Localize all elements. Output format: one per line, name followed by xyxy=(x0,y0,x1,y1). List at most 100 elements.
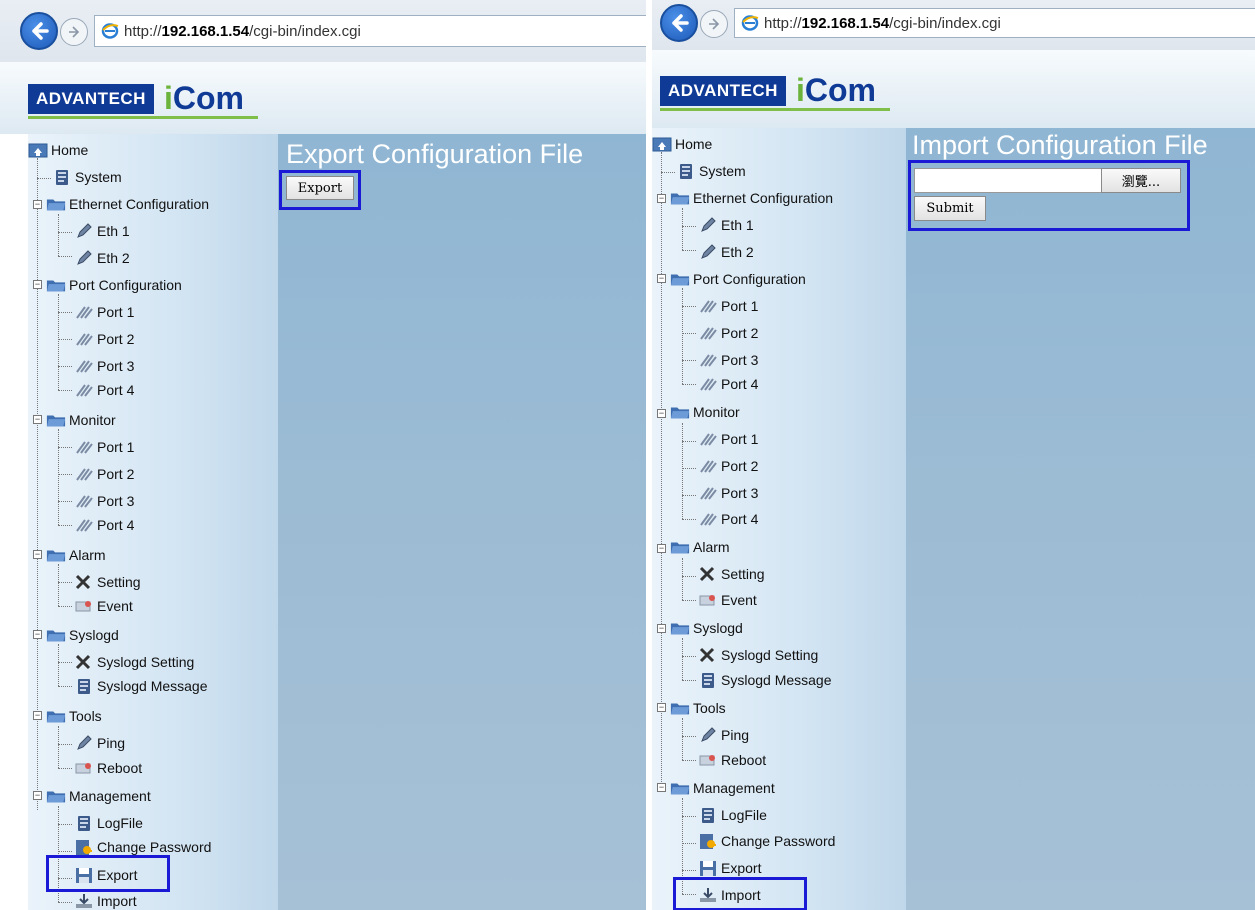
nav-item-ethernet-configuration[interactable]: Ethernet Configuration xyxy=(46,193,209,215)
nav-item-change-password[interactable]: Change Password xyxy=(698,830,835,852)
nav-item-syslogd-message[interactable]: Syslogd Message xyxy=(698,669,832,691)
nav-item-eth2[interactable]: Eth 2 xyxy=(698,241,754,263)
forward-arrow-icon xyxy=(69,26,80,38)
folder-icon xyxy=(670,779,690,797)
nav-item-port2[interactable]: Port 2 xyxy=(74,328,134,350)
nav-item-port2[interactable]: Port 2 xyxy=(698,322,758,344)
nav-item-setting[interactable]: Setting xyxy=(698,563,765,585)
collapse-toggle[interactable]: − xyxy=(33,550,42,559)
collapse-toggle[interactable]: − xyxy=(33,711,42,720)
nav-item-monitor-port1[interactable]: Port 1 xyxy=(74,436,134,458)
document-icon xyxy=(676,162,696,180)
nav-item-tools[interactable]: Tools xyxy=(46,705,102,727)
collapse-toggle[interactable]: − xyxy=(33,630,42,639)
import-icon xyxy=(74,892,94,910)
nav-item-monitor-port1[interactable]: Port 1 xyxy=(698,428,758,450)
tools-icon xyxy=(74,357,94,375)
nav-item-port-configuration[interactable]: Port Configuration xyxy=(46,274,182,296)
nav-item-logfile[interactable]: LogFile xyxy=(74,812,143,834)
nav-item-monitor[interactable]: Monitor xyxy=(46,409,116,431)
nav-item-port4[interactable]: Port 4 xyxy=(74,379,134,401)
main-content: Export Configuration File Export xyxy=(278,134,646,910)
nav-item-monitor-port3[interactable]: Port 3 xyxy=(74,490,134,512)
document-icon xyxy=(52,168,72,186)
url-field[interactable]: http://192.168.1.54/cgi-bin/index.cgi xyxy=(734,8,1255,38)
nav-item-import[interactable]: Import xyxy=(74,890,137,910)
collapse-toggle[interactable]: − xyxy=(657,544,666,553)
nav-item-export[interactable]: Export xyxy=(698,857,761,879)
nav-item-monitor-port4[interactable]: Port 4 xyxy=(698,508,758,530)
tools-icon xyxy=(74,438,94,456)
nav-item-event[interactable]: Event xyxy=(698,589,757,611)
nav-item-event[interactable]: Event xyxy=(74,595,133,617)
highlight-box xyxy=(908,160,1190,231)
nav-item-system[interactable]: System xyxy=(676,160,746,182)
home-folder-icon xyxy=(652,135,672,153)
document-icon xyxy=(698,806,718,824)
nav-item-syslogd-setting[interactable]: Syslogd Setting xyxy=(74,651,194,673)
nav-item-tools[interactable]: Tools xyxy=(670,697,726,719)
folder-icon xyxy=(46,707,66,725)
nav-item-ping[interactable]: Ping xyxy=(74,732,125,754)
nav-item-monitor[interactable]: Monitor xyxy=(670,401,740,423)
forward-button[interactable] xyxy=(700,10,728,38)
highlight-box xyxy=(673,877,807,910)
nav-item-home[interactable]: Home xyxy=(652,133,712,155)
nav-item-reboot[interactable]: Reboot xyxy=(74,757,142,779)
nav-item-system[interactable]: System xyxy=(52,166,122,188)
collapse-toggle[interactable]: − xyxy=(657,274,666,283)
nav-item-alarm[interactable]: Alarm xyxy=(46,544,106,566)
nav-item-monitor-port4[interactable]: Port 4 xyxy=(74,514,134,536)
nav-item-syslogd-setting[interactable]: Syslogd Setting xyxy=(698,644,818,666)
nav-item-port1[interactable]: Port 1 xyxy=(698,295,758,317)
nav-item-eth1[interactable]: Eth 1 xyxy=(698,214,754,236)
reboot-icon xyxy=(698,751,718,769)
nav-item-eth2[interactable]: Eth 2 xyxy=(74,247,130,269)
url-field[interactable]: http://192.168.1.54/cgi-bin/index.cgi xyxy=(94,15,646,47)
nav-item-home[interactable]: Home xyxy=(28,139,88,161)
forward-arrow-icon xyxy=(709,18,720,30)
nav-item-monitor-port2[interactable]: Port 2 xyxy=(698,455,758,477)
collapse-toggle[interactable]: − xyxy=(657,783,666,792)
document-icon xyxy=(74,677,94,695)
nav-item-port3[interactable]: Port 3 xyxy=(698,349,758,371)
collapse-toggle[interactable]: − xyxy=(33,200,42,209)
nav-item-port-configuration[interactable]: Port Configuration xyxy=(670,268,806,290)
collapse-toggle[interactable]: − xyxy=(33,280,42,289)
collapse-toggle[interactable]: − xyxy=(33,791,42,800)
save-disk-icon xyxy=(698,859,718,877)
collapse-toggle[interactable]: − xyxy=(33,415,42,424)
nav-item-syslogd[interactable]: Syslogd xyxy=(670,617,743,639)
event-icon xyxy=(74,597,94,615)
nav-item-logfile[interactable]: LogFile xyxy=(698,804,767,826)
nav-item-ethernet-configuration[interactable]: Ethernet Configuration xyxy=(670,187,833,209)
tools-icon xyxy=(698,375,718,393)
nav-item-syslogd-message[interactable]: Syslogd Message xyxy=(74,675,208,697)
nav-item-alarm[interactable]: Alarm xyxy=(670,536,730,558)
nav-item-ping[interactable]: Ping xyxy=(698,724,749,746)
collapse-toggle[interactable]: − xyxy=(657,703,666,712)
address-bar: http://192.168.1.54/cgi-bin/index.cgi xyxy=(0,0,646,62)
nav-item-setting[interactable]: Setting xyxy=(74,571,141,593)
nav-item-management[interactable]: Management xyxy=(46,785,151,807)
back-button[interactable] xyxy=(20,12,58,50)
nav-item-port3[interactable]: Port 3 xyxy=(74,355,134,377)
collapse-toggle[interactable]: − xyxy=(657,194,666,203)
nav-item-port4[interactable]: Port 4 xyxy=(698,373,758,395)
collapse-toggle[interactable]: − xyxy=(657,624,666,633)
url-host: 192.168.1.54 xyxy=(801,14,890,32)
nav-item-syslogd[interactable]: Syslogd xyxy=(46,624,119,646)
nav-item-monitor-port3[interactable]: Port 3 xyxy=(698,482,758,504)
nav-item-monitor-port2[interactable]: Port 2 xyxy=(74,463,134,485)
url-path: /cgi-bin/index.cgi xyxy=(249,22,361,40)
ie-icon xyxy=(101,23,119,39)
forward-button[interactable] xyxy=(60,18,88,46)
nav-item-reboot[interactable]: Reboot xyxy=(698,749,766,771)
nav-item-eth1[interactable]: Eth 1 xyxy=(74,220,130,242)
collapse-toggle[interactable]: − xyxy=(657,409,666,418)
pencil-icon xyxy=(698,243,718,261)
back-button[interactable] xyxy=(660,4,698,42)
tools-icon xyxy=(74,381,94,399)
nav-item-port1[interactable]: Port 1 xyxy=(74,301,134,323)
nav-item-management[interactable]: Management xyxy=(670,777,775,799)
